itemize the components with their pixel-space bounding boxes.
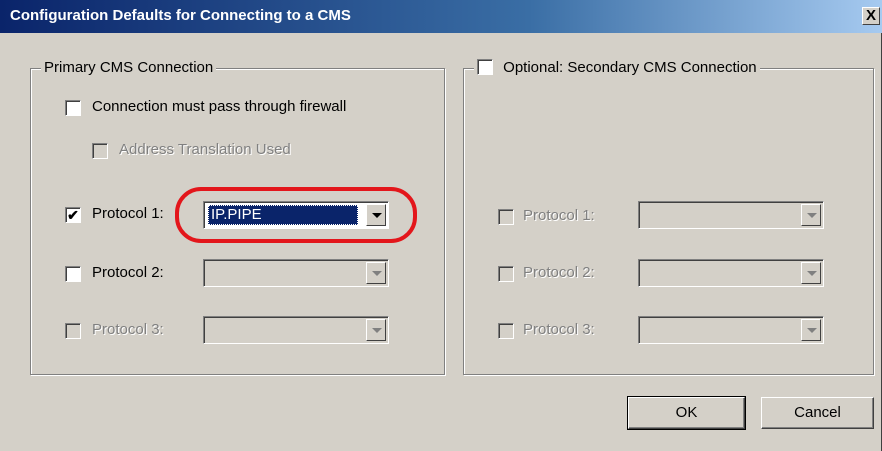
primary-cms-legend: Primary CMS Connection: [41, 59, 217, 76]
secondary-protocol1-checkbox: [498, 209, 514, 225]
ok-button[interactable]: OK: [627, 396, 746, 430]
checkmark-icon: ✔: [67, 207, 79, 223]
chevron-down-icon: [366, 262, 386, 284]
secondary-protocol3-dropdown: [638, 316, 824, 344]
protocol2-label: Protocol 2:: [92, 264, 164, 281]
protocol2-dropdown: [203, 259, 389, 287]
title-bar: Configuration Defaults for Connecting to…: [0, 0, 882, 33]
address-translation-label: Address Translation Used: [119, 141, 291, 158]
protocol1-checkbox[interactable]: ✔: [65, 207, 81, 223]
secondary-cms-label: Optional: Secondary CMS Connection: [503, 59, 757, 76]
secondary-cms-checkbox[interactable]: [477, 59, 493, 76]
address-translation-checkbox: [92, 143, 108, 159]
secondary-protocol1-label: Protocol 1:: [523, 207, 595, 224]
protocol1-label: Protocol 1:: [92, 205, 164, 222]
window-title: Configuration Defaults for Connecting to…: [10, 7, 351, 24]
secondary-protocol3-checkbox: [498, 323, 514, 339]
annotation-highlight-circle: [175, 187, 417, 243]
cancel-button[interactable]: Cancel: [761, 397, 874, 429]
chevron-down-icon: [801, 262, 821, 284]
secondary-protocol2-checkbox: [498, 266, 514, 282]
protocol2-checkbox[interactable]: [65, 266, 81, 282]
protocol3-dropdown: [203, 316, 389, 344]
protocol3-checkbox: [65, 323, 81, 339]
firewall-label: Connection must pass through firewall: [92, 98, 347, 115]
secondary-protocol1-dropdown: [638, 201, 824, 229]
secondary-protocol2-dropdown: [638, 259, 824, 287]
chevron-down-icon: [801, 204, 821, 226]
protocol3-label: Protocol 3:: [92, 321, 164, 338]
secondary-protocol2-label: Protocol 2:: [523, 264, 595, 281]
firewall-checkbox[interactable]: [65, 100, 81, 116]
secondary-protocol3-label: Protocol 3:: [523, 321, 595, 338]
chevron-down-icon: [801, 319, 821, 341]
dialog-window: Configuration Defaults for Connecting to…: [0, 0, 882, 451]
close-button[interactable]: X: [862, 7, 880, 25]
chevron-down-icon: [366, 319, 386, 341]
secondary-cms-legend: Optional: Secondary CMS Connection: [474, 59, 760, 77]
